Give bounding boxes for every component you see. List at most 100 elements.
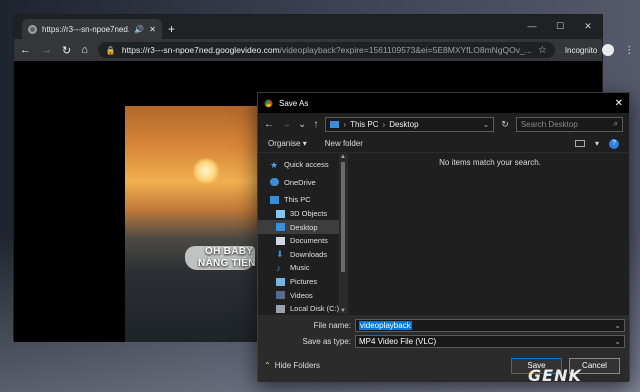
tab-close-icon[interactable]: ✕ — [149, 25, 156, 34]
minimize-button[interactable]: — — [518, 19, 546, 33]
address-bar[interactable]: 🔒 https://r3---sn-npoe7ned.googlevideo.c… — [97, 42, 555, 58]
nav-item-desktop[interactable]: Desktop — [258, 220, 347, 234]
nav-item-music[interactable]: ♪ Music — [258, 261, 347, 275]
nav-item-this-pc[interactable]: This PC — [258, 193, 347, 207]
maximize-button[interactable]: ☐ — [546, 19, 574, 33]
tab-strip: https://r3---sn-npoe7ned.goo 🔊 ✕ + — ☐ ✕ — [14, 15, 602, 39]
help-icon[interactable]: ? — [609, 138, 619, 149]
empty-message: No items match your search. — [439, 158, 541, 167]
breadcrumb-desktop[interactable]: Desktop — [389, 120, 418, 129]
filename-row: File name: videoplayback ⌄ — [258, 319, 629, 332]
back-arrow-icon[interactable]: ← — [20, 44, 31, 56]
picture-icon — [276, 277, 285, 286]
video-icon — [276, 291, 285, 300]
organise-button[interactable]: Organise ▾ — [268, 139, 307, 148]
nav-item-local-disk[interactable]: Local Disk (C:) — [258, 302, 347, 314]
document-icon — [276, 236, 285, 245]
lock-icon[interactable]: 🔒 — [106, 46, 116, 55]
nav-item-label: Desktop — [290, 222, 318, 232]
disk-icon — [276, 304, 285, 313]
chevron-up-icon: ⌃ — [264, 361, 271, 370]
nav-item-quick-access[interactable]: ★ Quick access — [258, 158, 347, 172]
recent-dropdown-icon[interactable]: ⌄ — [298, 119, 306, 130]
pc-icon — [330, 120, 340, 128]
dialog-close-button[interactable]: ✕ — [615, 98, 623, 109]
nav-item-videos[interactable]: Videos — [258, 288, 347, 302]
nav-item-label: Music — [290, 263, 310, 273]
incognito-icon — [602, 44, 615, 56]
dialog-command-bar: Organise ▾ New folder ▾ ? — [258, 135, 629, 153]
nav-item-label: This PC — [284, 195, 311, 205]
bookmark-star-icon[interactable]: ☆ — [538, 45, 547, 56]
window-controls: — ☐ ✕ — [518, 19, 602, 33]
nav-item-label: 3D Objects — [290, 209, 328, 219]
nav-item-onedrive[interactable]: OneDrive — [258, 176, 347, 190]
genk-watermark: GENK — [528, 366, 582, 385]
nav-item-downloads[interactable]: ⬇ Downloads — [258, 248, 347, 262]
nav-item-label: OneDrive — [284, 177, 316, 187]
save-as-dialog: Save As ✕ ← → ⌄ ↑ › This PC › Desktop ⌄ … — [257, 92, 631, 382]
nav-scrollbar[interactable]: ▲ ▼ — [339, 154, 347, 314]
hide-folders-button[interactable]: ⌃ Hide Folders — [264, 361, 320, 370]
new-tab-button[interactable]: + — [168, 22, 175, 36]
scrollbar-thumb[interactable] — [341, 162, 345, 272]
scroll-down-icon[interactable]: ▼ — [339, 308, 347, 314]
nav-item-documents[interactable]: Documents — [258, 234, 347, 248]
dialog-title: Save As — [279, 98, 309, 108]
speaker-icon[interactable]: 🔊 — [134, 25, 144, 34]
new-folder-button[interactable]: New folder — [325, 139, 363, 148]
incognito-label: Incognito — [564, 45, 598, 55]
chrome-icon — [264, 98, 273, 108]
nav-item-3d-objects[interactable]: 3D Objects — [258, 207, 347, 221]
search-placeholder: Search Desktop — [520, 119, 578, 129]
up-arrow-icon[interactable]: ↑ — [313, 119, 318, 130]
nav-item-pictures[interactable]: Pictures — [258, 275, 347, 289]
dialog-nav-bar: ← → ⌄ ↑ › This PC › Desktop ⌄ ↻ Search D… — [258, 113, 629, 135]
desktop-icon — [276, 223, 285, 232]
video-sun — [193, 158, 219, 184]
download-icon: ⬇ — [276, 249, 284, 260]
music-icon: ♪ — [276, 262, 281, 273]
computer-icon — [270, 195, 279, 204]
nav-item-label: Videos — [290, 290, 313, 300]
tab-title: https://r3---sn-npoe7ned.goo — [42, 24, 129, 34]
chevron-down-icon[interactable]: ⌄ — [483, 120, 490, 129]
reload-icon[interactable]: ↻ — [62, 44, 71, 57]
back-arrow-icon[interactable]: ← — [264, 119, 274, 130]
location-bar[interactable]: › This PC › Desktop ⌄ — [325, 116, 495, 132]
organise-label: Organise — [268, 139, 301, 148]
filename-input[interactable]: videoplayback ⌄ — [355, 319, 625, 332]
browser-tab[interactable]: https://r3---sn-npoe7ned.goo 🔊 ✕ — [22, 19, 162, 39]
nav-item-label: Pictures — [290, 277, 318, 287]
url-path: /videoplayback?expire=1561109573&ei=5E8M… — [279, 45, 532, 55]
browser-toolbar: ← → ↻ ⌂ 🔒 https://r3---sn-npoe7ned.googl… — [14, 39, 634, 61]
kebab-menu-icon[interactable]: ⋮ — [624, 45, 634, 56]
forward-arrow-icon[interactable]: → — [41, 44, 52, 56]
incognito-indicator[interactable]: Incognito — [564, 44, 615, 56]
forward-arrow-icon[interactable]: → — [281, 119, 291, 130]
refresh-icon[interactable]: ↻ — [501, 119, 509, 130]
window-close-button[interactable]: ✕ — [574, 19, 602, 33]
globe-icon — [28, 24, 37, 34]
nav-item-label: Local Disk (C:) — [290, 304, 340, 314]
scroll-up-icon[interactable]: ▲ — [339, 154, 347, 160]
hide-folders-label: Hide Folders — [274, 361, 321, 370]
url-text[interactable]: https://r3---sn-npoe7ned.googlevideo.com… — [122, 45, 532, 55]
view-options-icon[interactable] — [574, 140, 585, 147]
breadcrumb-separator-icon: › — [382, 119, 386, 129]
savetype-select[interactable]: MP4 Video File (VLC) ⌄ — [355, 335, 625, 348]
breadcrumb-this-pc[interactable]: This PC — [350, 120, 378, 129]
chevron-down-icon[interactable]: ⌄ — [614, 321, 621, 330]
chevron-down-icon[interactable]: ⌄ — [614, 337, 621, 346]
search-input[interactable]: Search Desktop ⌕ — [515, 116, 623, 132]
cloud-icon — [270, 178, 279, 187]
url-host: https://r3---sn-npoe7ned.googlevideo.com — [121, 45, 280, 55]
savetype-value: MP4 Video File (VLC) — [359, 337, 437, 346]
savetype-row: Save as type: MP4 Video File (VLC) ⌄ — [258, 335, 629, 348]
home-icon[interactable]: ⌂ — [81, 44, 88, 56]
nav-item-label: Quick access — [284, 160, 329, 170]
file-list-pane[interactable]: No items match your search. — [349, 154, 631, 314]
chevron-down-icon[interactable]: ▾ — [595, 139, 599, 148]
video-caption-line1: OH BABY — [205, 246, 254, 257]
dialog-titlebar: Save As ✕ — [258, 93, 629, 113]
